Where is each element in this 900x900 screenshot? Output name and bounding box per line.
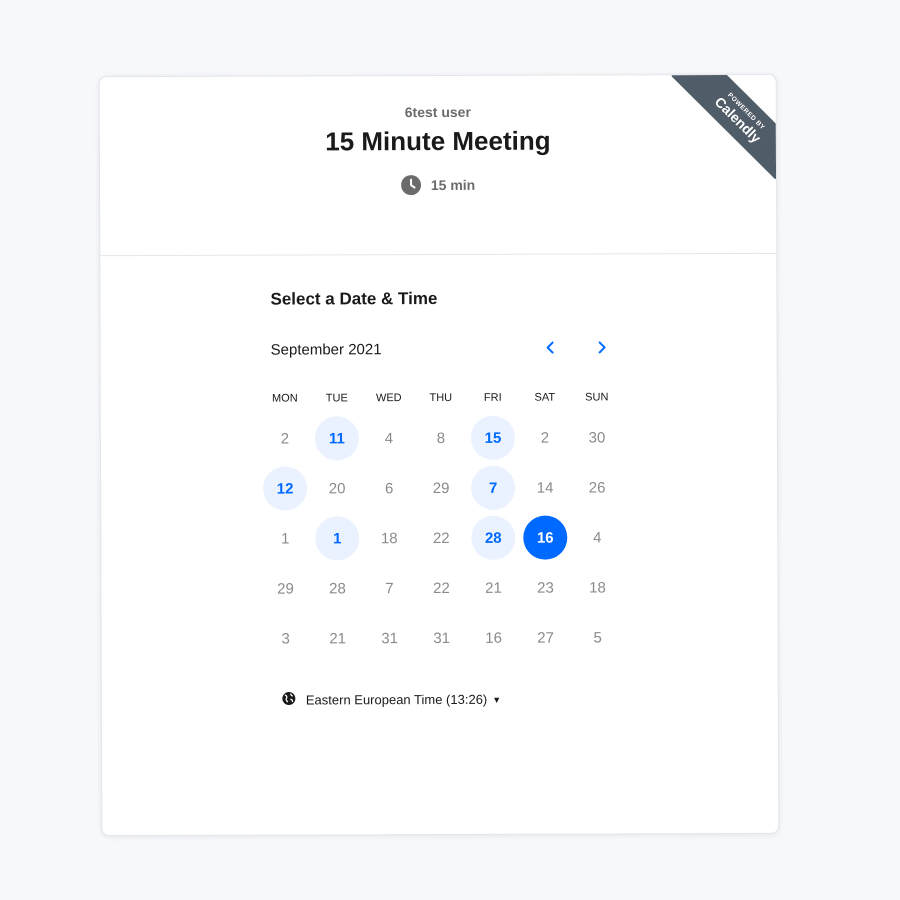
month-label: September 2021 [270,341,382,359]
calendar-cell: 2 [259,413,311,463]
calendar-grid: MON TUE WED THU FRI SAT SUN 2 11 4 8 15 2 30 12 20 6 29 7 1… [259,382,624,663]
weekday-header: THU [429,391,453,405]
unavailable-day: 29 [432,479,450,497]
calendar-cell: 1 [259,513,311,563]
calendar-cell: 4 [571,512,623,562]
unavailable-day: 14 [536,479,554,497]
duration-label: 15 min [430,176,476,194]
clock-icon [400,175,421,196]
weekday-header: TUE [325,392,348,405]
calendar-cell: 29 [259,563,311,613]
next-month-button[interactable] [591,336,613,358]
unavailable-day: 18 [589,578,606,596]
unavailable-day: 4 [384,429,394,447]
unavailable-day: 21 [485,579,502,597]
unavailable-day: 1 [281,530,290,548]
calendar-cell: 28 [311,563,363,613]
weekday-header: WED [375,392,402,405]
unavailable-day: 28 [329,579,346,597]
calendar-cell: 29 [415,463,467,513]
calendar-cell: 15 [467,413,519,463]
unavailable-day: 22 [432,529,450,547]
unavailable-day: 30 [588,428,606,446]
unavailable-day: 27 [537,629,555,647]
calendar-cell: 16 [468,613,520,663]
calendar-cell: 18 [571,562,623,612]
unavailable-day: 2 [280,430,290,448]
unavailable-day: 18 [380,529,398,547]
calendar-cell: 31 [416,613,468,663]
unavailable-day: 21 [329,629,347,647]
calendar-cell: 22 [415,563,467,613]
unavailable-day: 20 [328,479,346,497]
caret-down-icon: ▼ [492,694,502,705]
powered-by-ribbon[interactable]: POWERED BY Calendly [671,74,777,180]
unavailable-day: 29 [277,580,294,598]
unavailable-day: 16 [485,629,503,647]
calendar-cell: 21 [467,563,519,613]
calendar-cell: 2 [519,413,571,463]
weekday-header: SAT [534,391,556,404]
calendar-cell: 7 [467,463,519,513]
calendar-cell: 3 [260,613,312,663]
timezone-selector[interactable]: Eastern European Time (13:26) ▼ [282,691,501,709]
calendar-cell: 8 [415,413,467,463]
globe-icon [282,692,296,709]
unavailable-day: 4 [593,528,602,546]
available-day-button[interactable]: 1 [315,516,360,561]
calendar-cell: 31 [364,613,416,663]
section-title: Select a Date & Time [270,289,438,309]
available-day-button[interactable]: 12 [263,466,308,511]
calendar-cell: 12 [259,463,311,513]
available-day-button[interactable]: 15 [470,415,516,460]
calendar-cell: 6 [363,463,415,513]
unavailable-day: 2 [540,429,550,447]
calendar-cell: 4 [363,413,415,463]
unavailable-day: 8 [436,429,446,447]
unavailable-day: 6 [384,479,394,497]
chevron-left-icon [546,341,554,354]
booking-card: POWERED BY Calendly 6test user 15 Minute… [98,73,780,837]
unavailable-day: 23 [537,579,554,597]
calendar-cell: 7 [363,563,415,613]
calendar-cell: 22 [415,513,467,563]
calendar-cell: 26 [571,462,623,512]
selected-day-button[interactable]: 16 [523,515,568,560]
weekday-header: MON [271,392,298,405]
prev-month-button[interactable] [540,337,562,359]
unavailable-day: 31 [381,629,399,647]
available-day-button[interactable]: 11 [314,416,360,461]
unavailable-day: 5 [593,628,602,646]
chevron-right-icon [598,341,606,354]
weekday-header: FRI [483,391,502,404]
available-day-button[interactable]: 28 [471,515,516,560]
calendar-cell: 14 [519,463,571,513]
calendar-cell: 11 [311,413,363,463]
unavailable-day: 26 [588,478,606,496]
calendar-cell: 30 [571,412,623,462]
calendar-cell: 16 [519,513,571,563]
event-duration: 15 min [400,175,476,196]
available-day-button[interactable]: 7 [471,465,516,510]
calendar-cell: 18 [363,513,415,563]
weekday-header: SUN [585,391,609,404]
unavailable-day: 3 [281,630,290,648]
unavailable-day: 31 [433,629,451,647]
date-picker-section: Select a Date & Time September 2021 MON T… [100,254,778,834]
calendar-cell: 5 [572,612,624,662]
calendar-cell: 20 [311,463,363,513]
calendar-cell: 21 [312,613,364,663]
calendar-cell: 23 [519,563,571,613]
calendar-cell: 27 [520,613,572,663]
timezone-label: Eastern European Time (13:26) [305,691,488,708]
unavailable-day: 22 [433,579,450,597]
unavailable-day: 7 [385,579,394,597]
calendar-cell: 28 [467,513,519,563]
calendar-cell: 1 [311,513,363,563]
